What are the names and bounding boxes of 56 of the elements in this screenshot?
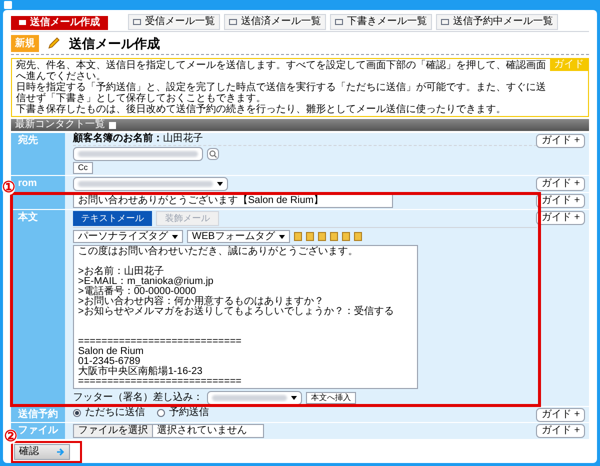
pencil-icon <box>47 36 61 50</box>
cc-button[interactable]: Cc <box>73 162 93 174</box>
guide-button[interactable]: ガイド + <box>536 211 585 225</box>
callout-number: ① <box>2 180 15 195</box>
customer-name-label: 顧客名簿のお名前： <box>73 133 163 144</box>
page-heading: 送信メール作成 <box>69 34 160 52</box>
guide-label: ガイド <box>550 59 588 71</box>
guide-button[interactable]: ガイド + <box>536 194 585 208</box>
mail-list-tab[interactable]: 送信済メール一覧 <box>224 14 326 30</box>
new-badge: 新規 <box>11 34 39 52</box>
envelope-icon <box>441 18 449 24</box>
file-field[interactable]: ファイルを選択 選択されていません <box>73 424 264 438</box>
mail-list-tab[interactable]: 受信メール一覧 <box>128 14 220 30</box>
notice-text: 下書き保存したものは、後日改めて送信予約の続きを行ったり、雛形としてメール送信に使ったりできます。 <box>16 104 507 115</box>
select-field[interactable] <box>73 177 228 191</box>
caret-icon <box>217 182 223 186</box>
select-field[interactable] <box>207 391 302 405</box>
arrow-right-icon <box>57 448 65 456</box>
guide-button[interactable]: ガイド + <box>536 424 585 438</box>
schedule-radio[interactable]: ただちに送信 <box>73 408 145 418</box>
footer-label: フッター（署名）差し込み： <box>73 393 203 403</box>
caret-icon <box>172 234 178 238</box>
row-label: 宛先 <box>18 135 38 146</box>
notice-text: 日時を指定する「予約送信」と、設定を完了した時点で送信を実行する「ただちに送信」が可能です。また、すぐに送信せず「下書き」として保存しておくこともできます。 <box>16 82 547 104</box>
subject-field[interactable]: お問い合わせありがとうございます【Salon de Rium】 <box>73 194 393 208</box>
callout-number: ② <box>4 429 17 444</box>
mail-list-tab[interactable]: 下書きメール一覧 <box>330 14 432 30</box>
search-icon <box>209 150 217 158</box>
tag-select[interactable]: WEBフォームタグ <box>187 230 290 243</box>
row-label: 送信予約 <box>18 409 58 420</box>
envelope-icon <box>133 18 141 24</box>
insert-button[interactable]: 本文へ挿入 <box>306 392 356 404</box>
envelope-icon <box>335 18 343 24</box>
expand-icon <box>109 122 116 128</box>
caret-icon <box>278 234 285 238</box>
guide-button[interactable]: ガイド + <box>536 134 585 148</box>
notice-text: 宛先、件名、本文、送信日を指定してメールを送信します。すべてを設定して画面下部の「確認」を押して、確認画面へ進んでください。 <box>16 60 547 82</box>
schedule-radio[interactable]: 予約送信 <box>157 408 209 418</box>
customer-name: 山田花子 <box>163 133 203 144</box>
row-label: ファイル <box>18 425 58 436</box>
mail-type-tab[interactable]: テキストメール <box>73 211 152 226</box>
message-body-field[interactable]: この度はお問い合わせいただき、誠にありがとうございます。 >お名前：山田花子 >E-MAIL：m_tanioka@rium.jp >電話番号：00-0000-0000 >お問い合わせ内容：何か用意するものはありますか？ >お知らせやメルマガをお送りしてもよろしいでしょうか？：受信する ============================ Salon de Rium 01-2345-6789 大阪市中央区南船場1-16-23 ============================ <box>73 245 418 389</box>
compose-button[interactable]: 送信メール作成 <box>11 16 108 30</box>
confirm-button[interactable]: 確認 <box>14 444 70 460</box>
input-field[interactable] <box>73 147 203 161</box>
envelope-icon <box>19 20 26 25</box>
envelope-icon <box>229 18 237 24</box>
row-label: 本文 <box>18 212 38 223</box>
row-label: rom <box>18 178 37 189</box>
contact-bar-title: 最新コンタクト一覧 <box>15 120 105 130</box>
tag-select[interactable]: パーソナライズタグ <box>73 230 183 243</box>
search-button[interactable] <box>207 148 219 160</box>
caret-icon <box>291 396 297 400</box>
mail-list-tab[interactable]: 送信予約中メール一覧 <box>436 14 558 30</box>
guide-button[interactable]: ガイド + <box>536 408 585 422</box>
guide-button[interactable]: ガイド + <box>536 177 585 191</box>
